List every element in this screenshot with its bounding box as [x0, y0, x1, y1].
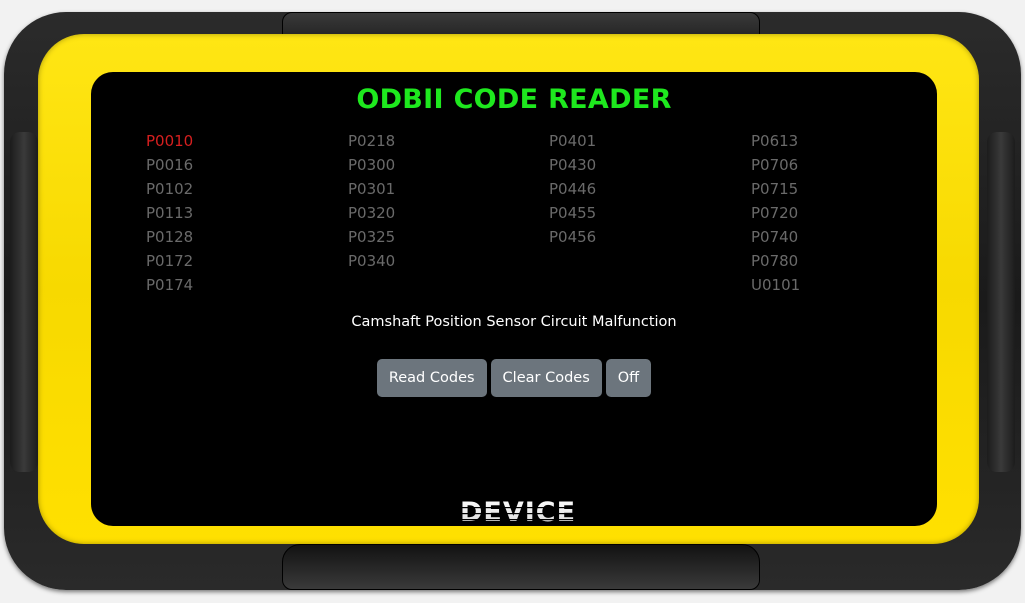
off-button[interactable]: Off: [605, 359, 652, 397]
code-item-p0446[interactable]: P0446: [549, 177, 596, 201]
code-item-u0101[interactable]: U0101: [751, 273, 800, 297]
bottom-bumper: [282, 544, 760, 590]
code-item-p0706[interactable]: P0706: [751, 153, 800, 177]
code-item-p0715[interactable]: P0715: [751, 177, 800, 201]
app-title: ODBII CODE READER: [356, 84, 672, 115]
code-item-p0456[interactable]: P0456: [549, 225, 596, 249]
logo-text: DEVICE: [460, 497, 576, 526]
code-item-p0300[interactable]: P0300: [348, 153, 395, 177]
code-item-p0401[interactable]: P0401: [549, 129, 596, 153]
button-bar: Read Codes Clear Codes Off: [91, 359, 937, 397]
code-column-3: P0401 P0430 P0446 P0455 P0456: [549, 129, 596, 249]
code-item-p0780[interactable]: P0780: [751, 249, 800, 273]
code-item-p0128[interactable]: P0128: [146, 225, 193, 249]
code-item-p0016[interactable]: P0016: [146, 153, 193, 177]
code-column-2: P0218 P0300 P0301 P0320 P0325 P0340: [348, 129, 395, 273]
read-codes-button[interactable]: Read Codes: [376, 359, 487, 397]
code-item-p0720[interactable]: P0720: [751, 201, 800, 225]
code-item-p0010[interactable]: P0010: [146, 129, 193, 153]
code-column-4: P0613 P0706 P0715 P0720 P0740 P0780 U0101: [751, 129, 800, 297]
code-item-p0740[interactable]: P0740: [751, 225, 800, 249]
clear-codes-button[interactable]: Clear Codes: [490, 359, 602, 397]
code-item-p0340[interactable]: P0340: [348, 249, 395, 273]
code-item-p0174[interactable]: P0174: [146, 273, 193, 297]
code-item-p0218[interactable]: P0218: [348, 129, 395, 153]
code-item-p0455[interactable]: P0455: [549, 201, 596, 225]
device-logo: DEVICE: [440, 497, 596, 526]
code-item-p0320[interactable]: P0320: [348, 201, 395, 225]
code-description: Camshaft Position Sensor Circuit Malfunc…: [351, 314, 677, 330]
code-column-1: P0010 P0016 P0102 P0113 P0128 P0172 P0174: [146, 129, 193, 297]
left-grip: [10, 132, 38, 472]
code-item-p0613[interactable]: P0613: [751, 129, 800, 153]
code-item-p0172[interactable]: P0172: [146, 249, 193, 273]
code-item-p0325[interactable]: P0325: [348, 225, 395, 249]
code-item-p0301[interactable]: P0301: [348, 177, 395, 201]
screen: ODBII CODE READER P0010 P0016 P0102 P0113 P0…: [91, 72, 937, 526]
code-item-p0113[interactable]: P0113: [146, 201, 193, 225]
code-item-p0102[interactable]: P0102: [146, 177, 193, 201]
right-grip: [987, 132, 1015, 472]
code-item-p0430[interactable]: P0430: [549, 153, 596, 177]
